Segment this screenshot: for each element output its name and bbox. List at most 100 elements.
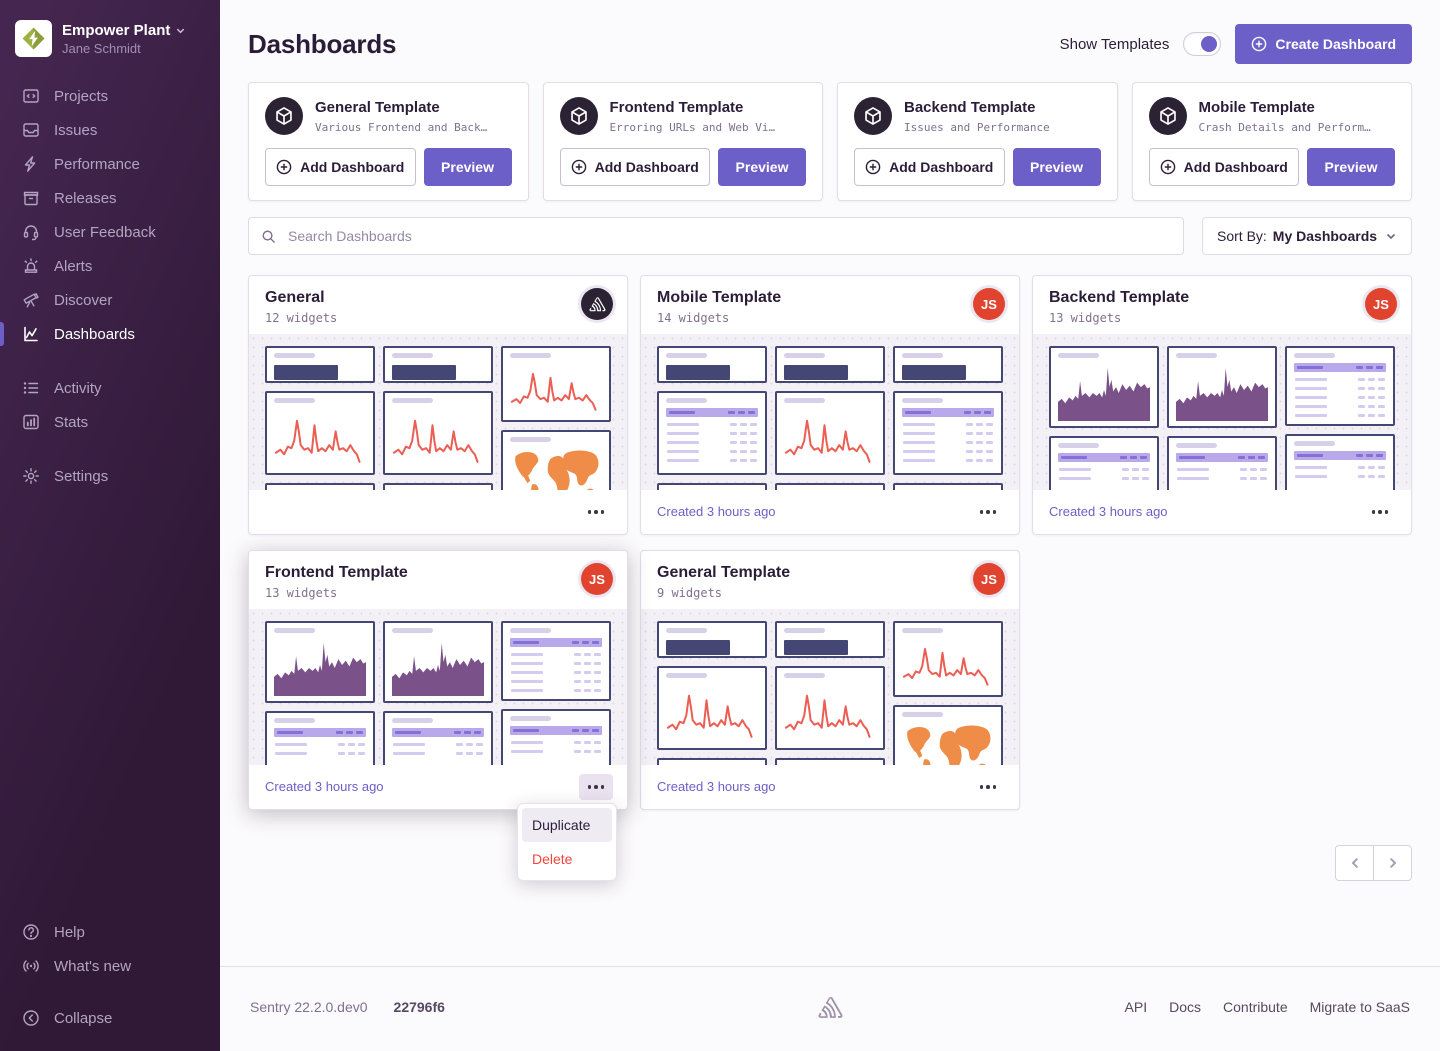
context-menu-button[interactable] [971, 499, 1005, 525]
sidebar-item-issues[interactable]: Issues [0, 113, 220, 147]
sidebar-item-whats-new[interactable]: What's new [0, 949, 220, 983]
world-map-graphic [510, 446, 602, 490]
dashboard-card[interactable]: General12 widgets [248, 275, 628, 535]
search-input[interactable] [286, 227, 1171, 245]
prev-page-button[interactable] [1335, 845, 1374, 881]
template-description: Issues and Performance [904, 121, 1050, 134]
dashboard-card[interactable]: Backend Template13 widgetsJSCreated 3 ho… [1032, 275, 1412, 535]
whats-new-icon [22, 957, 40, 975]
add-dashboard-button[interactable]: Add Dashboard [854, 148, 1005, 186]
plus-circle-icon [571, 159, 587, 175]
mini-widget-title-bar [666, 673, 707, 678]
area-chart-sparkline [392, 637, 484, 696]
sidebar-item-releases[interactable]: Releases [0, 181, 220, 215]
footer-link[interactable]: Migrate to SaaS [1310, 999, 1410, 1015]
template-title: Backend Template [904, 99, 1050, 116]
sort-by-button[interactable]: Sort By: My Dashboards [1202, 217, 1412, 255]
add-dashboard-button[interactable]: Add Dashboard [265, 148, 416, 186]
menu-item-duplicate[interactable]: Duplicate [522, 808, 612, 842]
sidebar-item-label: Projects [54, 88, 108, 105]
org-switcher[interactable]: Empower Plant Jane Schmidt [0, 0, 220, 77]
mini-widget-stub [657, 483, 767, 490]
add-dashboard-label: Add Dashboard [889, 159, 993, 175]
dashboard-card[interactable]: Frontend Template13 widgetsJSCreated 3 h… [248, 550, 628, 810]
sidebar-item-alerts[interactable]: Alerts [0, 249, 220, 283]
add-dashboard-button[interactable]: Add Dashboard [560, 148, 711, 186]
table-row [1176, 477, 1268, 480]
preview-button[interactable]: Preview [1013, 148, 1101, 186]
dashboard-preview [249, 609, 627, 765]
dashboard-card[interactable]: General Template9 widgetsJSCreated 3 hou… [640, 550, 1020, 810]
sidebar-item-projects[interactable]: Projects [0, 79, 220, 113]
context-menu-button[interactable] [971, 774, 1005, 800]
mini-widget-area [1049, 346, 1159, 428]
table-row [666, 423, 758, 426]
sidebar-item-label: Stats [54, 414, 88, 431]
context-menu-button[interactable] [1363, 499, 1397, 525]
plus-circle-icon [865, 159, 881, 175]
show-templates-toggle[interactable] [1183, 32, 1221, 56]
activity-icon [22, 379, 40, 397]
dashboards-icon [22, 325, 40, 343]
template-meta: Backend Template Issues and Performance [904, 99, 1050, 134]
create-dashboard-button[interactable]: Create Dashboard [1235, 24, 1412, 64]
user-avatar: JS [973, 288, 1005, 320]
preview-button[interactable]: Preview [718, 148, 806, 186]
releases-icon [22, 189, 40, 207]
search-icon [261, 229, 276, 244]
mini-widget-title-bar [1294, 441, 1335, 446]
sidebar-item-label: Performance [54, 156, 140, 173]
template-buttons: Add DashboardPreview [1149, 148, 1396, 186]
mini-widget-title-bar [510, 353, 551, 358]
table-row [510, 671, 602, 674]
template-card-top: General TemplateVarious Frontend and Bac… [265, 97, 512, 135]
sidebar-item-discover[interactable]: Discover [0, 283, 220, 317]
sidebar-item-label: Settings [54, 468, 108, 485]
preview-button[interactable]: Preview [1307, 148, 1395, 186]
menu-item-delete[interactable]: Delete [522, 842, 612, 876]
chevron-down-icon [1385, 230, 1397, 242]
sidebar-item-help[interactable]: Help [0, 915, 220, 949]
world-map-graphic [902, 721, 994, 765]
sidebar-item-settings[interactable]: Settings [0, 459, 220, 493]
mini-widget-stub [775, 758, 885, 765]
create-dashboard-label: Create Dashboard [1275, 36, 1396, 52]
sidebar-item-activity[interactable]: Activity [0, 371, 220, 405]
sidebar-item-user-feedback[interactable]: User Feedback [0, 215, 220, 249]
dashboard-card[interactable]: Mobile Template14 widgetsJSCreated 3 hou… [640, 275, 1020, 535]
sidebar-item-collapse[interactable]: Collapse [0, 1001, 220, 1035]
mini-widget-stub [893, 483, 1003, 490]
template-description: Erroring URLs and Web Vi… [610, 121, 776, 134]
sidebar-item-label: Help [54, 924, 85, 941]
header-actions: Show Templates Create Dashboard [1060, 24, 1412, 64]
issues-icon [22, 121, 40, 139]
mini-widget-title-bar [1176, 353, 1217, 358]
footer-link[interactable]: API [1125, 999, 1148, 1015]
add-dashboard-button[interactable]: Add Dashboard [1149, 148, 1300, 186]
next-page-button[interactable] [1373, 845, 1412, 881]
projects-icon [22, 87, 40, 105]
template-cube-icon [1149, 97, 1187, 135]
dashboard-preview [641, 609, 1019, 765]
footer-link[interactable]: Contribute [1223, 999, 1288, 1015]
sidebar-item-performance[interactable]: Performance [0, 147, 220, 181]
template-buttons: Add DashboardPreview [265, 148, 512, 186]
table-header-row [1176, 453, 1268, 462]
big-number-block [784, 365, 848, 380]
mini-widget-line [657, 666, 767, 750]
footer-link[interactable]: Docs [1169, 999, 1201, 1015]
preview-button[interactable]: Preview [424, 148, 512, 186]
mini-widget-title-bar [784, 398, 825, 403]
mini-widget-stub [265, 483, 375, 490]
content: Dashboards Show Templates Create Dashboa… [220, 0, 1440, 966]
sidebar-item-dashboards[interactable]: Dashboards [0, 317, 220, 351]
mini-widget-stub [775, 483, 885, 490]
context-menu-button[interactable] [579, 774, 613, 800]
mini-widget-title-bar [784, 673, 825, 678]
template-cube-icon [560, 97, 598, 135]
sidebar-item-stats[interactable]: Stats [0, 405, 220, 439]
preview-column [1285, 346, 1395, 490]
mini-widget-line [775, 391, 885, 475]
table-row [1176, 468, 1268, 471]
context-menu-button[interactable] [579, 499, 613, 525]
